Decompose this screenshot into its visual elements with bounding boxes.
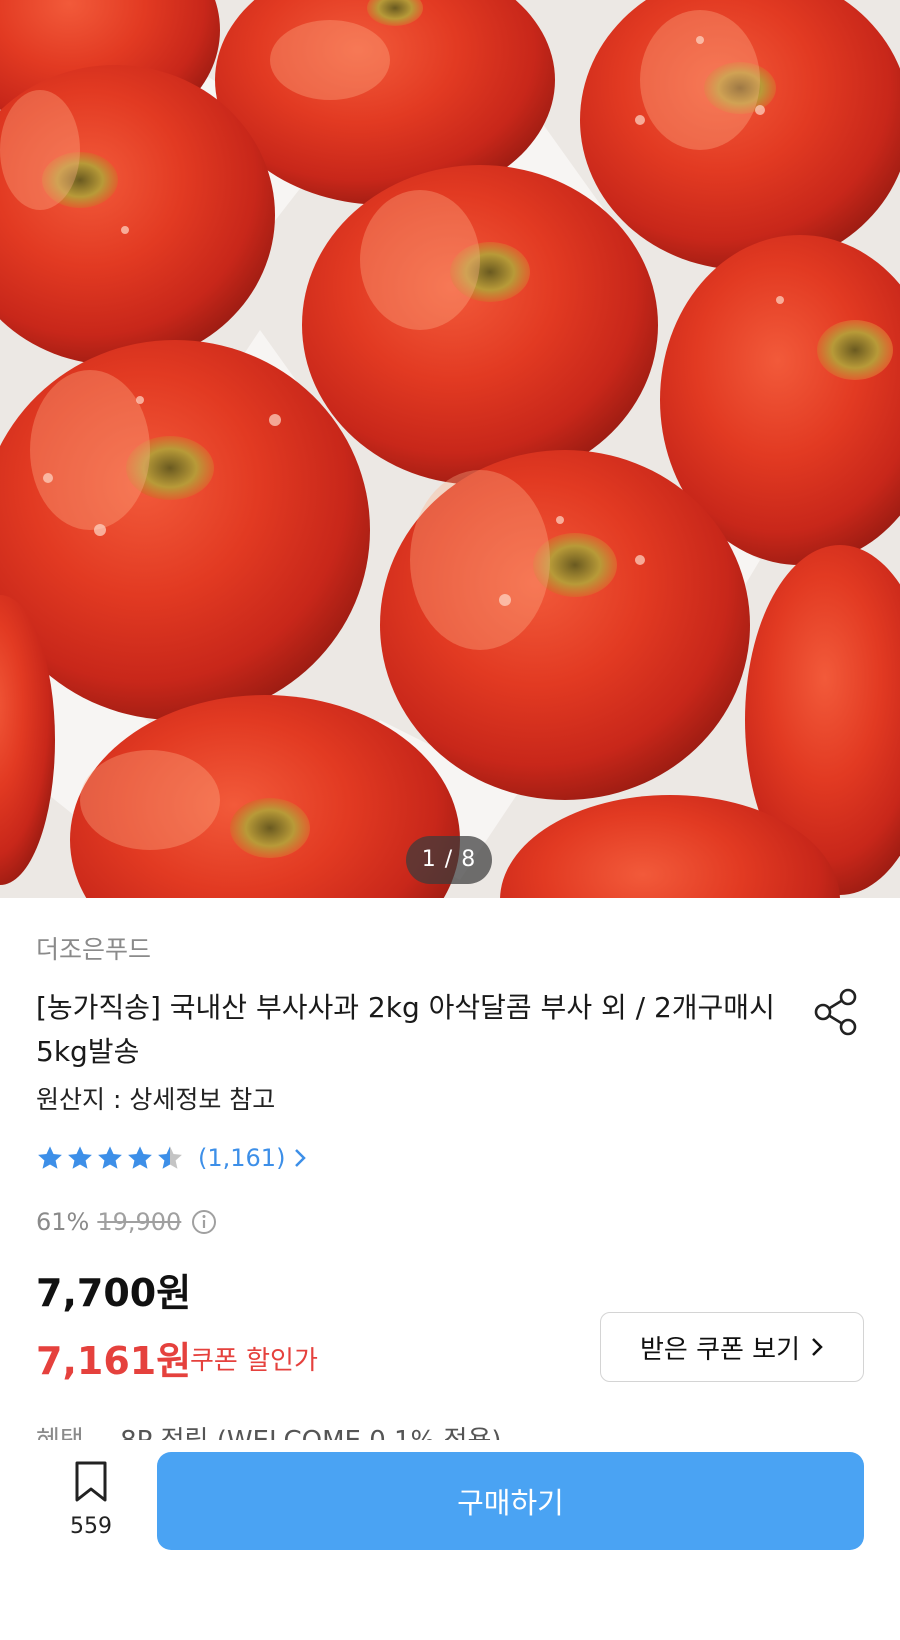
bottom-action-bar: 559 구매하기 bbox=[0, 1440, 900, 1640]
coupon-price: 7,161원 bbox=[36, 1339, 192, 1383]
product-photo-apples bbox=[0, 0, 900, 898]
view-coupons-label: 받은 쿠폰 보기 bbox=[639, 1334, 801, 1365]
product-title: [농가직송] 국내산 부사사과 2kg 아삭달콤 부사 외 / 2개구매시 5k… bbox=[36, 991, 775, 1068]
bookmark-icon bbox=[75, 1461, 107, 1502]
origin-info: 원산지 : 상세정보 참고 bbox=[36, 1085, 276, 1114]
star-rating bbox=[36, 1144, 186, 1172]
brand-name[interactable]: 더조은푸드 bbox=[36, 930, 151, 966]
share-icon bbox=[814, 988, 857, 1036]
discount-rate: 61% bbox=[36, 1208, 90, 1236]
sale-price: 7,700원 bbox=[36, 1271, 192, 1315]
view-coupons-button[interactable]: 받은 쿠폰 보기 bbox=[600, 1312, 864, 1382]
star-icon bbox=[98, 1146, 122, 1169]
bookmark-count: 559 bbox=[70, 1514, 112, 1539]
bookmark-button[interactable]: 559 bbox=[58, 1460, 124, 1539]
benefit-row: 혜택 8P 적립 (WELCOME 0.1% 적용) bbox=[36, 1420, 866, 1442]
star-icon bbox=[128, 1146, 152, 1169]
star-icon bbox=[68, 1146, 92, 1169]
buy-button[interactable]: 구매하기 bbox=[157, 1452, 864, 1550]
image-page-counter: 1 / 8 bbox=[406, 836, 492, 884]
coupon-price-label: 쿠폰 할인가 bbox=[190, 1346, 318, 1376]
original-price: 19,900 bbox=[97, 1208, 182, 1236]
review-count[interactable]: (1,161) bbox=[198, 1144, 285, 1172]
rating-row[interactable]: (1,161) bbox=[36, 1144, 307, 1172]
info-icon[interactable] bbox=[191, 1209, 217, 1235]
star-icon bbox=[38, 1146, 62, 1169]
half-star-icon bbox=[158, 1146, 182, 1169]
share-button[interactable] bbox=[810, 986, 862, 1038]
chevron-right-icon bbox=[295, 1149, 307, 1167]
discount-row: 61% 19,900 bbox=[36, 1208, 217, 1236]
chevron-right-icon bbox=[812, 1338, 823, 1356]
product-image-gallery[interactable]: 1 / 8 bbox=[0, 0, 900, 898]
